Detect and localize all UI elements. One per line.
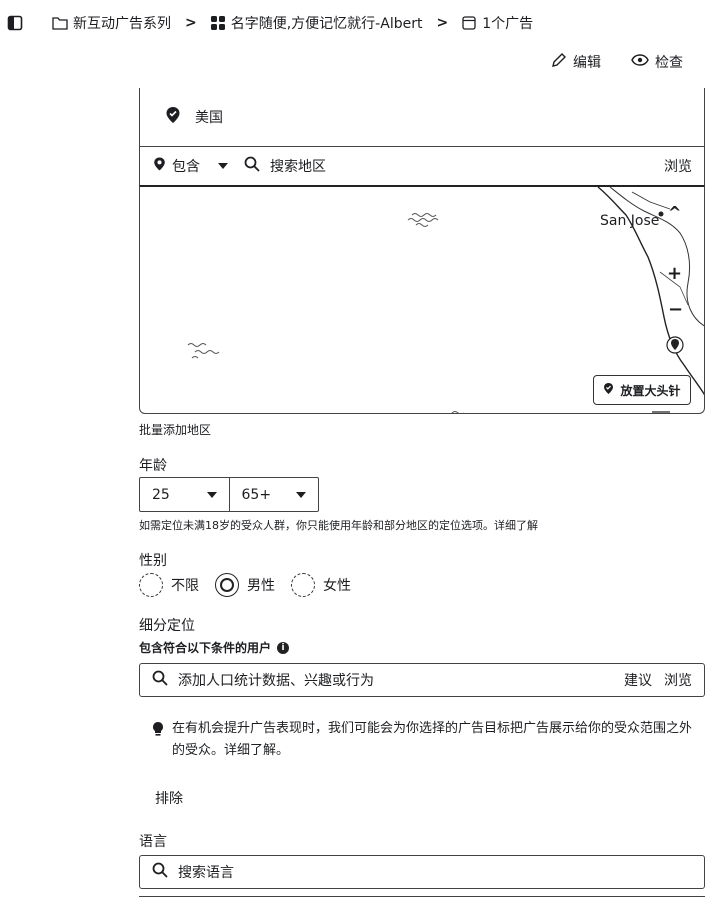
age-min-select[interactable]: 25 bbox=[140, 478, 229, 511]
selected-location-label: 美国 bbox=[195, 110, 223, 126]
location-pin-icon bbox=[153, 156, 166, 176]
detailed-targeting-title: 细分定位 bbox=[139, 618, 195, 634]
pencil-icon bbox=[551, 52, 567, 72]
gender-option-all[interactable]: 不限 bbox=[139, 573, 199, 597]
language-title: 语言 bbox=[139, 834, 167, 850]
breadcrumb-adset-label: 名字随便,方便记忆就行-Albert bbox=[230, 16, 423, 32]
pin-icon bbox=[603, 382, 614, 398]
language-search[interactable]: 搜索语言 bbox=[139, 855, 705, 889]
breadcrumb-separator: > bbox=[185, 15, 197, 31]
breadcrumb-campaign-label: 新互动广告系列 bbox=[73, 16, 171, 32]
age-note: 如需定位未满18岁的受众人群，你只能使用年龄和部分地区的定位选项。详细了解 bbox=[139, 519, 538, 532]
chevron-down-icon bbox=[296, 491, 306, 498]
include-label: 包含 bbox=[172, 159, 200, 175]
zoom-in-button[interactable]: + bbox=[667, 263, 682, 284]
gender-option-label: 女性 bbox=[323, 578, 351, 594]
include-criteria-label: 包含符合以下条件的用户 i bbox=[139, 639, 290, 656]
location-browse-link[interactable]: 浏览 bbox=[664, 156, 692, 176]
radio-selected-icon bbox=[215, 573, 239, 597]
location-map[interactable]: San Jose ^ + − 放置大头针 bbox=[139, 185, 705, 414]
edit-label: 编辑 bbox=[573, 55, 601, 71]
map-city-label: San Jose bbox=[600, 213, 660, 229]
expansion-tip: 在有机会提升广告表现时，我们可能会为你选择的广告目标把广告展示给你的受众范围之外… bbox=[152, 718, 692, 762]
age-title: 年龄 bbox=[139, 458, 167, 474]
detailed-targeting-links: 建议 浏览 bbox=[624, 670, 692, 690]
bulk-add-locations-link[interactable]: 批量添加地区 bbox=[139, 421, 211, 438]
location-pin-icon bbox=[165, 106, 181, 128]
top-bar: 新互动广告系列 > 名字随便,方便记忆就行-Albert > 1个广告 bbox=[0, 0, 721, 46]
age-max-select[interactable]: 65+ bbox=[228, 478, 319, 511]
search-icon bbox=[152, 862, 168, 882]
map-collapse-button[interactable]: ^ bbox=[668, 203, 681, 222]
search-icon bbox=[244, 156, 260, 176]
detailed-targeting-search[interactable]: 添加人口统计数据、兴趣或行为 建议 浏览 bbox=[139, 663, 705, 697]
drop-pin-button[interactable]: 放置大头针 bbox=[593, 375, 691, 405]
header-actions: 编辑 检查 bbox=[551, 52, 683, 72]
detailed-browse-link[interactable]: 浏览 bbox=[664, 670, 692, 690]
breadcrumb-separator: > bbox=[436, 15, 449, 31]
ad-icon bbox=[461, 15, 477, 31]
location-box: 美国 包含 搜索地区 浏览 bbox=[139, 88, 705, 185]
selected-location: 美国 bbox=[140, 88, 704, 146]
inspect-label: 检查 bbox=[655, 55, 683, 71]
breadcrumb-ad[interactable]: 1个广告 bbox=[461, 13, 533, 33]
gender-options: 不限 男性 女性 bbox=[139, 573, 351, 597]
gender-option-female[interactable]: 女性 bbox=[291, 573, 351, 597]
gender-option-male[interactable]: 男性 bbox=[215, 573, 275, 597]
age-max-value: 65+ bbox=[241, 486, 272, 503]
expansion-tip-text: 在有机会提升广告表现时，我们可能会为你选择的广告目标把广告展示给你的受众范围之外… bbox=[172, 721, 693, 758]
radio-icon bbox=[291, 573, 315, 597]
age-range: 25 65+ bbox=[139, 477, 319, 512]
sidebar-toggle-icon[interactable] bbox=[6, 14, 24, 32]
chevron-down-icon bbox=[206, 491, 217, 498]
suggest-link[interactable]: 建议 bbox=[624, 670, 652, 690]
breadcrumb-ad-label: 1个广告 bbox=[482, 16, 534, 32]
location-search-bar: 包含 搜索地区 浏览 bbox=[140, 146, 704, 185]
folder-icon bbox=[52, 15, 68, 31]
age-min-value: 25 bbox=[152, 486, 170, 503]
detailed-targeting-placeholder: 添加人口统计数据、兴趣或行为 bbox=[178, 673, 374, 689]
location-search-input[interactable]: 搜索地区 bbox=[244, 156, 326, 176]
eye-icon bbox=[631, 54, 649, 70]
search-icon bbox=[152, 670, 168, 690]
include-criteria-text: 包含符合以下条件的用户 bbox=[139, 641, 272, 655]
drop-pin-label: 放置大头针 bbox=[620, 383, 681, 398]
location-search-placeholder: 搜索地区 bbox=[270, 159, 326, 175]
zoom-out-button[interactable]: − bbox=[668, 299, 683, 320]
gender-title: 性别 bbox=[139, 553, 167, 569]
breadcrumb-adset[interactable]: 名字随便,方便记忆就行-Albert bbox=[210, 13, 423, 33]
edit-button[interactable]: 编辑 bbox=[551, 52, 601, 72]
grid-icon bbox=[210, 15, 226, 31]
gender-option-label: 男性 bbox=[247, 578, 275, 594]
radio-icon bbox=[139, 573, 163, 597]
language-search-placeholder: 搜索语言 bbox=[178, 865, 234, 881]
exclude-button[interactable]: 排除 bbox=[155, 788, 183, 808]
lightbulb-icon bbox=[152, 718, 164, 762]
chevron-down-icon bbox=[218, 163, 228, 169]
info-icon[interactable]: i bbox=[277, 641, 290, 654]
include-dropdown[interactable]: 包含 bbox=[153, 156, 228, 176]
gender-option-label: 不限 bbox=[171, 578, 199, 594]
breadcrumb-campaign[interactable]: 新互动广告系列 bbox=[52, 13, 171, 33]
inspect-button[interactable]: 检查 bbox=[631, 52, 683, 72]
divider bbox=[139, 896, 705, 897]
